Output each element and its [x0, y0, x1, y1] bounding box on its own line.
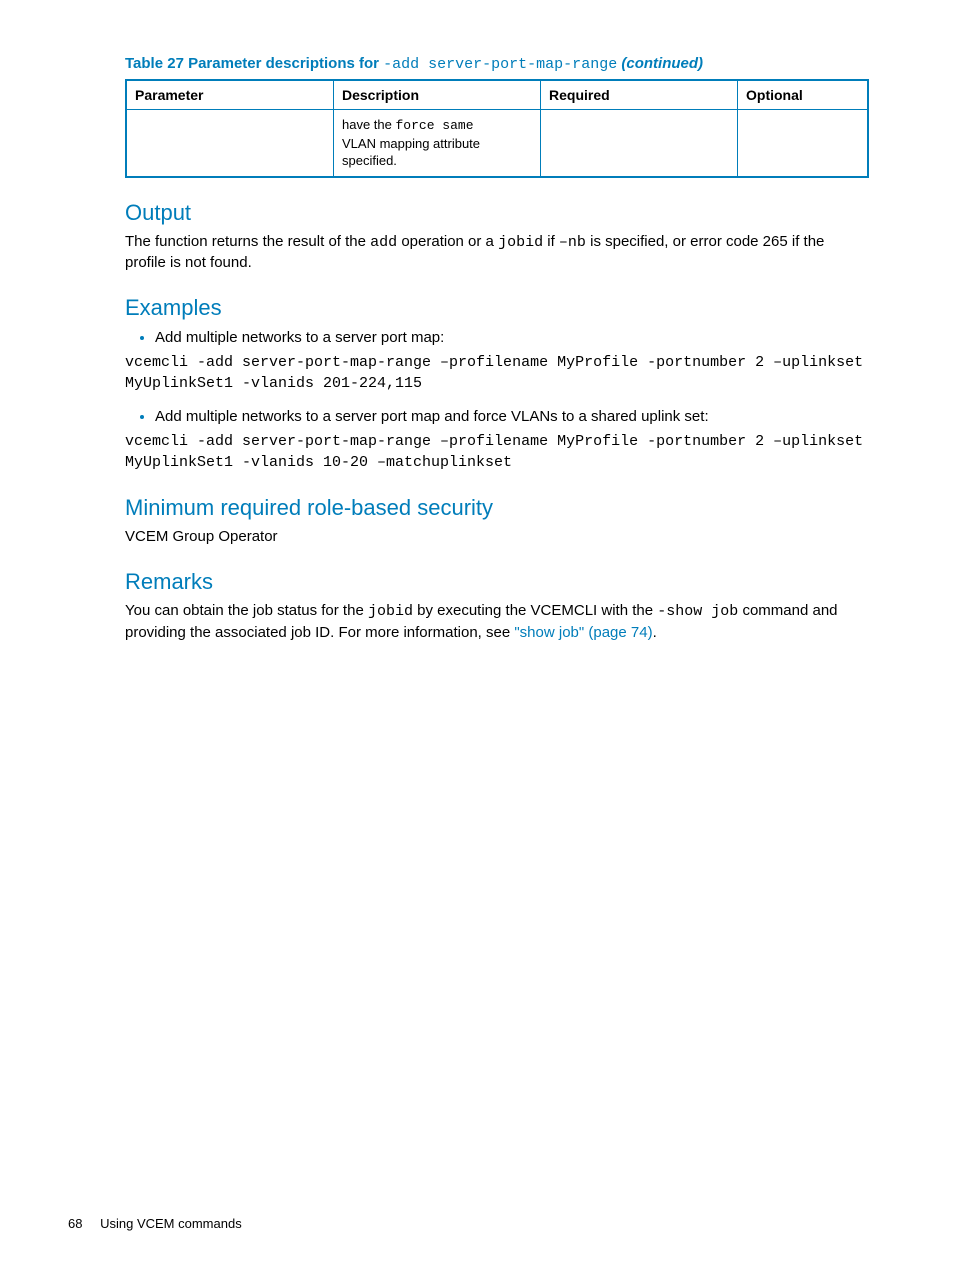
minrole-text: VCEM Group Operator: [125, 527, 869, 547]
heading-output: Output: [125, 200, 869, 226]
desc-mono: force same: [396, 118, 474, 133]
example1-text: Add multiple networks to a server port m…: [155, 329, 444, 346]
cell-required: [541, 110, 738, 177]
example2-code: vcemcli -add server-port-map-range –prof…: [125, 431, 869, 473]
heading-remarks: Remarks: [125, 569, 869, 595]
list-item: Add multiple networks to a server port m…: [155, 408, 869, 473]
cell-description: have the force same VLAN mapping attribu…: [334, 110, 541, 177]
rem-pre: You can obtain the job status for the: [125, 602, 368, 619]
table-header-row: Parameter Description Required Optional: [126, 80, 868, 110]
page-footer: 68 Using VCEM commands: [68, 1216, 242, 1231]
heading-examples: Examples: [125, 295, 869, 321]
heading-minrole: Minimum required role-based security: [125, 495, 869, 521]
out-m2: jobid: [498, 234, 543, 251]
th-optional: Optional: [738, 80, 869, 110]
rem-mid1: by executing the VCEMCLI with the: [413, 602, 657, 619]
caption-mono: -add server-port-map-range: [383, 56, 617, 73]
rem-m1: jobid: [368, 603, 413, 620]
caption-suffix: (continued): [617, 55, 703, 72]
show-job-link[interactable]: "show job" (page 74): [514, 624, 652, 641]
examples-list: Add multiple networks to a server port m…: [125, 329, 869, 473]
parameter-table: Parameter Description Required Optional …: [125, 79, 869, 178]
desc-post1: VLAN mapping attribute: [342, 136, 480, 151]
th-required: Required: [541, 80, 738, 110]
caption-prefix: Table 27 Parameter descriptions for: [125, 55, 383, 72]
cell-parameter: [126, 110, 334, 177]
out-pre: The function returns the result of the: [125, 233, 370, 250]
example2-text: Add multiple networks to a server port m…: [155, 408, 709, 425]
output-paragraph: The function returns the result of the a…: [125, 232, 869, 274]
out-mid1: operation or a: [397, 233, 498, 250]
desc-pre: have the: [342, 117, 396, 132]
table-row: have the force same VLAN mapping attribu…: [126, 110, 868, 177]
out-mid2: if: [543, 233, 559, 250]
example1-code: vcemcli -add server-port-map-range –prof…: [125, 352, 869, 394]
cell-optional: [738, 110, 869, 177]
th-parameter: Parameter: [126, 80, 334, 110]
out-m1: add: [370, 234, 397, 251]
table-caption: Table 27 Parameter descriptions for -add…: [125, 55, 869, 73]
rem-m2: -show job: [657, 603, 738, 620]
page-number: 68: [68, 1216, 82, 1231]
list-item: Add multiple networks to a server port m…: [155, 329, 869, 394]
th-description: Description: [334, 80, 541, 110]
footer-title: Using VCEM commands: [100, 1216, 242, 1231]
desc-post2: specified.: [342, 153, 397, 168]
out-m3: –nb: [559, 234, 586, 251]
remarks-paragraph: You can obtain the job status for the jo…: [125, 601, 869, 643]
rem-post: .: [653, 624, 657, 641]
